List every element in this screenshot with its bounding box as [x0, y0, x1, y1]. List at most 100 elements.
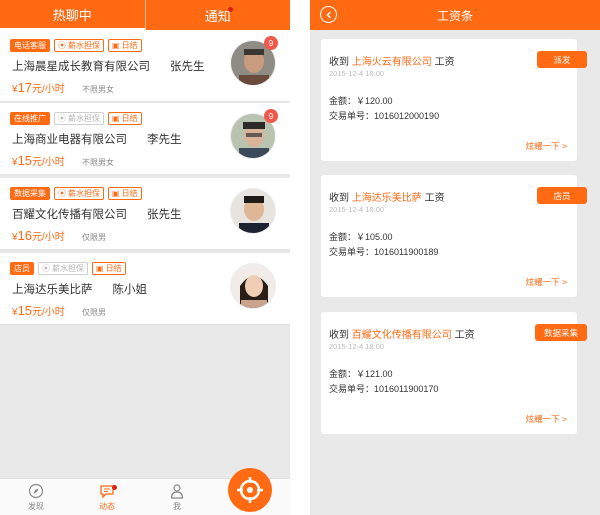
- slip-company[interactable]: 上海火云有限公司: [352, 57, 432, 68]
- slip-title: 收到 上海达乐美比萨 工资: [329, 189, 445, 204]
- tab-label: 热聊中: [52, 7, 92, 23]
- job-item[interactable]: 数据采集 ⦿ 薪水担保 ▣ 日结 百耀文化传播有限公司 张先生 ¥16元/小时 仅限…: [0, 178, 290, 250]
- slip-prefix: 收到: [329, 193, 349, 204]
- slip-suffix: 工资: [434, 57, 455, 68]
- slip-date: 2015-12-4 18:00: [329, 205, 385, 214]
- contact-name: 陈小姐: [112, 284, 148, 296]
- gender-requirement: 不限男女: [82, 158, 114, 167]
- nav-activity[interactable]: 动态: [87, 483, 127, 512]
- unread-count-badge: 9: [264, 36, 278, 50]
- calendar-icon: ▣: [112, 41, 120, 50]
- back-button[interactable]: [320, 6, 337, 23]
- calendar-icon: ▣: [96, 264, 104, 273]
- unread-count-badge: 9: [264, 109, 278, 123]
- job-company-line: 上海商业电器有限公司 李先生: [12, 131, 182, 147]
- slip-transaction-no: 交易单号：1016012000190: [329, 111, 440, 121]
- tag-label: 日结: [121, 189, 138, 198]
- pay-unit: 元/小时: [32, 84, 65, 95]
- job-type-tag: 电话客服: [10, 39, 50, 52]
- slip-transaction-no: 交易单号：1016011900170: [329, 384, 439, 394]
- guarantee-tag: ⦿ 薪水担保: [54, 187, 104, 200]
- slip-amount: 金额：￥121.00: [329, 369, 393, 379]
- settle-tag: ▣ 日结: [92, 262, 126, 275]
- shield-icon: ⦿: [58, 189, 66, 198]
- slip-company[interactable]: 百耀文化传播有限公司: [352, 330, 452, 341]
- tag-label: 薪水担保: [52, 264, 84, 273]
- locate-button[interactable]: [228, 468, 272, 512]
- unread-dot: [112, 485, 117, 490]
- pay-value: 17: [17, 80, 33, 95]
- job-company-line: 百耀文化传播有限公司 张先生: [12, 206, 182, 222]
- guarantee-tag: ⦿ 薪水担保: [54, 112, 104, 125]
- hourly-pay: ¥15元/小时: [12, 303, 65, 318]
- pay-unit: 元/小时: [32, 307, 65, 318]
- slip-company[interactable]: 上海达乐美比萨: [352, 193, 422, 204]
- slip-transaction-no: 交易单号：1016011900189: [329, 247, 439, 257]
- show-off-button[interactable]: 炫耀一下 >: [526, 140, 567, 152]
- compass-icon: [28, 483, 44, 499]
- guarantee-tag: ⦿ 薪水担保: [54, 39, 104, 52]
- hourly-pay: ¥17元/小时: [12, 80, 65, 95]
- company-name: 上海商业电器有限公司: [12, 134, 127, 146]
- settle-tag: ▣ 日结: [108, 112, 142, 125]
- shield-icon: ⦿: [58, 114, 66, 123]
- nav-discover[interactable]: 发现: [16, 483, 56, 512]
- nav-label: 动态: [99, 502, 115, 511]
- unread-dot: [228, 7, 233, 12]
- crosshair-icon: [237, 477, 263, 503]
- tag-label: 日结: [121, 41, 138, 50]
- slip-amount: 金额：￥105.00: [329, 232, 393, 242]
- tab-notifications[interactable]: 通知: [144, 0, 291, 30]
- top-tabs: 热聊中 通知: [0, 0, 290, 30]
- person-icon: [170, 484, 184, 499]
- job-item[interactable]: 店员 ⦿ 薪水担保 ▣ 日结 上海达乐美比萨 陈小姐 ¥15元/小时 仅限男: [0, 253, 290, 325]
- hot-chat-screen: 热聊中 通知 电话客服 ⦿ 薪水担保 ▣ 日结 上海晨星成长教育有限公司 张先生 ¥…: [0, 0, 290, 515]
- pay-value: 15: [17, 303, 33, 318]
- contact-name: 李先生: [147, 134, 182, 146]
- slip-date: 2015-12-4 18:00: [329, 342, 385, 351]
- company-name: 上海晨星成长教育有限公司: [12, 61, 150, 73]
- job-tags: 店员 ⦿ 薪水担保 ▣ 日结: [10, 262, 126, 275]
- slip-prefix: 收到: [329, 330, 349, 341]
- tag-label: 日结: [121, 114, 138, 123]
- show-off-button[interactable]: 炫耀一下 >: [526, 276, 567, 288]
- slip-type-badge: 店员: [537, 187, 587, 204]
- tag-label: 薪水担保: [68, 114, 100, 123]
- slip-prefix: 收到: [329, 57, 349, 68]
- tag-label: 日结: [105, 264, 122, 273]
- guarantee-tag: ⦿ 薪水担保: [38, 262, 88, 275]
- slip-type-badge: 派发: [537, 51, 587, 68]
- pay-value: 16: [17, 228, 33, 243]
- contact-name: 张先生: [170, 61, 205, 73]
- avatar[interactable]: [230, 263, 276, 309]
- pay-slip-card: 收到 上海达乐美比萨 工资 2015-12-4 18:00 店员 金额：￥105…: [321, 175, 587, 297]
- job-type-tag: 店员: [10, 262, 34, 275]
- chevron-left-icon: [326, 11, 331, 18]
- job-type-tag: 数据采集: [10, 187, 50, 200]
- header: 工资条: [310, 0, 600, 30]
- contact-name: 张先生: [147, 209, 182, 221]
- shield-icon: ⦿: [58, 41, 66, 50]
- job-tags: 数据采集 ⦿ 薪水担保 ▣ 日结: [10, 187, 142, 200]
- nav-me[interactable]: 我: [157, 483, 197, 512]
- slip-date: 2015-12-4 18:00: [329, 69, 385, 78]
- pay-slip-card: 收到 百耀文化传播有限公司 工资 2015-12-4 18:00 数据采集 金额…: [321, 312, 587, 434]
- shield-icon: ⦿: [42, 264, 50, 273]
- nav-label: 发现: [28, 502, 44, 511]
- nav-label: 我: [173, 502, 181, 511]
- slip-title: 收到 上海火云有限公司 工资: [329, 53, 455, 68]
- calendar-icon: ▣: [112, 114, 120, 123]
- slip-type-badge: 数据采集: [534, 324, 587, 341]
- avatar[interactable]: [230, 188, 276, 234]
- job-item[interactable]: 电话客服 ⦿ 薪水担保 ▣ 日结 上海晨星成长教育有限公司 张先生 ¥17元/小时 …: [0, 30, 290, 102]
- tab-hot-chat[interactable]: 热聊中: [0, 0, 145, 30]
- job-item[interactable]: 在线推广 ⦿ 薪水担保 ▣ 日结 上海商业电器有限公司 李先生 ¥15元/小时 不限…: [0, 103, 290, 175]
- pay-slip-screen: 工资条 收到 上海火云有限公司 工资 2015-12-4 18:00 派发 金额…: [310, 0, 600, 515]
- tag-label: 薪水担保: [68, 41, 100, 50]
- tab-label: 通知: [204, 8, 231, 24]
- job-company-line: 上海晨星成长教育有限公司 张先生: [12, 58, 205, 74]
- show-off-button[interactable]: 炫耀一下 >: [526, 413, 567, 425]
- job-company-line: 上海达乐美比萨 陈小姐: [12, 281, 147, 297]
- pay-unit: 元/小时: [32, 232, 65, 243]
- hourly-pay: ¥15元/小时: [12, 153, 65, 168]
